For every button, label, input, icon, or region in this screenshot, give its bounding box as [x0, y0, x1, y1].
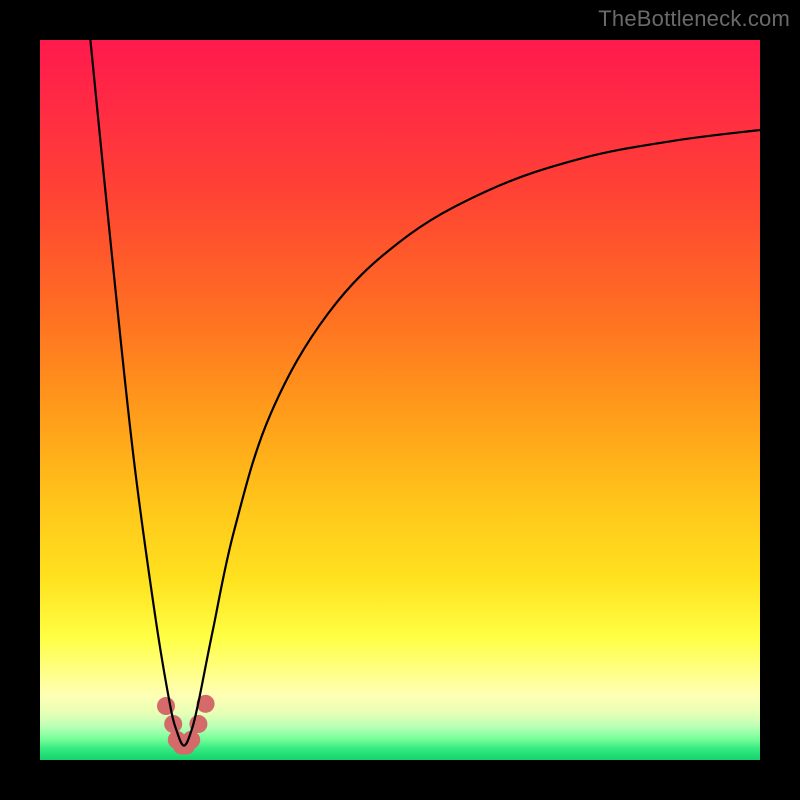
plot-area — [40, 40, 760, 760]
watermark-text: TheBottleneck.com — [598, 6, 790, 32]
chart-frame: TheBottleneck.com — [0, 0, 800, 800]
curve-svg — [40, 40, 760, 760]
bottleneck-curve — [90, 40, 760, 746]
